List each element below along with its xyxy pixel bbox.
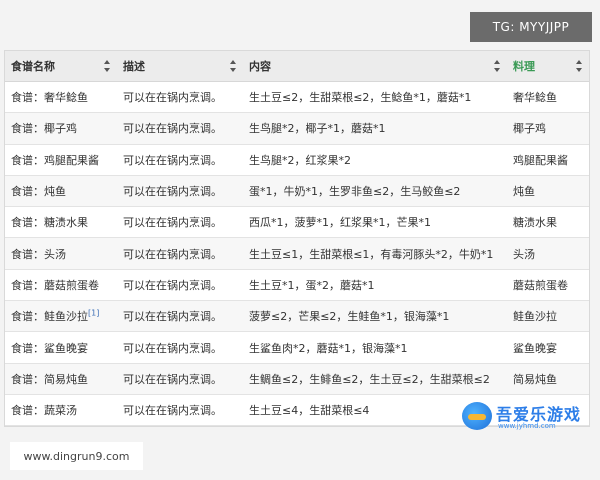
- table-cell: 可以在在锅内烹调。: [117, 206, 243, 239]
- table-cell: 食谱：鸡腿配果酱: [5, 144, 117, 176]
- table-cell: 食谱：蘑菇煎蛋卷: [5, 269, 117, 302]
- sort-icon[interactable]: [104, 60, 111, 72]
- table-cell: 食谱：简易炖鱼: [5, 363, 117, 395]
- table-row: 食谱：炖鱼 可以在在锅内烹调。 蛋*1，牛奶*1，生罗非鱼≤2，生马鲛鱼≤2 炖鱼: [5, 175, 589, 208]
- table-cell: 奢华鲶鱼: [507, 81, 589, 114]
- table-cell: 生土豆*1，蛋*2，蘑菇*1: [243, 269, 507, 302]
- table-cell: 可以在在锅内烹调。: [117, 269, 243, 302]
- table-cell: 生鸟腿*2，椰子*1，蘑菇*1: [243, 112, 507, 145]
- column-header-content[interactable]: 内容: [243, 51, 507, 82]
- table-cell: 食谱：鲑鱼沙拉[1]: [5, 300, 117, 333]
- table-cell: 食谱：炖鱼: [5, 175, 117, 208]
- sort-icon[interactable]: [576, 60, 583, 72]
- table-row: 食谱：糖渍水果 可以在在锅内烹调。 西瓜*1，菠萝*1，红浆果*1，芒果*1 糖渍水果: [5, 206, 589, 239]
- table-cell: 生鲷鱼≤2，生鲱鱼≤2，生土豆≤2，生甜菜根≤2: [243, 363, 507, 395]
- table-cell: 食谱：奢华鲶鱼: [5, 81, 117, 114]
- table-cell: 鸡腿配果酱: [507, 144, 589, 176]
- footer-url[interactable]: www.dingrun9.com: [10, 442, 143, 470]
- logo-icon: [462, 402, 492, 430]
- table-cell: 糖渍水果: [507, 206, 589, 239]
- table-cell: 食谱：鲨鱼晚宴: [5, 331, 117, 364]
- column-header-description[interactable]: 描述: [117, 51, 243, 82]
- table-row: 食谱：鸡腿配果酱 可以在在锅内烹调。 生鸟腿*2，红浆果*2 鸡腿配果酱: [5, 144, 589, 176]
- table-cell: 可以在在锅内烹调。: [117, 300, 243, 333]
- table-cell: 头汤: [507, 237, 589, 270]
- table-cell: 生土豆≤1，生甜菜根≤1，有毒河豚头*2，牛奶*1: [243, 237, 507, 270]
- table-cell: 椰子鸡: [507, 112, 589, 145]
- table-row: 食谱：鲑鱼沙拉[1] 可以在在锅内烹调。 菠萝≤2，芒果≤2，生鲑鱼*1，银海藻*1…: [5, 300, 589, 333]
- table-cell: 可以在在锅内烹调。: [117, 81, 243, 114]
- table-cell: 食谱：糖渍水果: [5, 206, 117, 239]
- table-cell: 蛋*1，牛奶*1，生罗非鱼≤2，生马鲛鱼≤2: [243, 175, 507, 208]
- column-header-dish[interactable]: 料理: [507, 51, 589, 82]
- watermark-url: www.jyhmd.com: [498, 422, 556, 430]
- column-header-recipe-name[interactable]: 食谱名称: [5, 51, 117, 82]
- table-header-row: 食谱名称 描述 内容 料理: [5, 51, 589, 82]
- table-cell: 简易炖鱼: [507, 363, 589, 395]
- tg-badge: TG: MYYJJPP: [470, 12, 592, 42]
- table-cell: 可以在在锅内烹调。: [117, 175, 243, 208]
- table-cell: 可以在在锅内烹调。: [117, 237, 243, 270]
- table-row: 食谱：蘑菇煎蛋卷 可以在在锅内烹调。 生土豆*1，蛋*2，蘑菇*1 蘑菇煎蛋卷: [5, 269, 589, 302]
- table-cell: 可以在在锅内烹调。: [117, 112, 243, 145]
- table-cell: 食谱：蔬菜汤: [5, 394, 117, 427]
- table-row: 食谱：头汤 可以在在锅内烹调。 生土豆≤1，生甜菜根≤1，有毒河豚头*2，牛奶*1 头…: [5, 237, 589, 270]
- table-cell: 可以在在锅内烹调。: [117, 331, 243, 364]
- table-cell: 生鲨鱼肉*2，蘑菇*1，银海藻*1: [243, 331, 507, 364]
- table-cell: 鲑鱼沙拉: [507, 300, 589, 333]
- table-cell: 鲨鱼晚宴: [507, 331, 589, 364]
- table-row: 食谱：简易炖鱼 可以在在锅内烹调。 生鲷鱼≤2，生鲱鱼≤2，生土豆≤2，生甜菜根≤2…: [5, 363, 589, 395]
- table-cell: 食谱：椰子鸡: [5, 112, 117, 145]
- reference-link[interactable]: [1]: [88, 309, 99, 318]
- table-cell: 西瓜*1，菠萝*1，红浆果*1，芒果*1: [243, 206, 507, 239]
- table-row: 食谱：椰子鸡 可以在在锅内烹调。 生鸟腿*2，椰子*1，蘑菇*1 椰子鸡: [5, 112, 589, 145]
- table-cell: 生鸟腿*2，红浆果*2: [243, 144, 507, 176]
- table-row: 食谱：奢华鲶鱼 可以在在锅内烹调。 生土豆≤2，生甜菜根≤2，生鲶鱼*1，蘑菇*1 奢…: [5, 81, 589, 114]
- table-cell: 可以在在锅内烹调。: [117, 394, 243, 427]
- table-cell: 可以在在锅内烹调。: [117, 363, 243, 395]
- recipe-table: 食谱名称 描述 内容 料理 食谱：奢华鲶鱼 可以在在锅内烹调。 生土豆≤2，生甜菜根…: [4, 50, 590, 428]
- table-cell: 生土豆≤2，生甜菜根≤2，生鲶鱼*1，蘑菇*1: [243, 81, 507, 114]
- sort-icon[interactable]: [230, 60, 237, 72]
- sort-icon[interactable]: [494, 60, 501, 72]
- table-cell: 炖鱼: [507, 175, 589, 208]
- table-cell: 菠萝≤2，芒果≤2，生鲑鱼*1，银海藻*1: [243, 300, 507, 333]
- site-watermark: 吾爱乐游戏 www.jyhmd.com: [462, 396, 582, 436]
- table-cell: 可以在在锅内烹调。: [117, 144, 243, 176]
- table-row: 食谱：鲨鱼晚宴 可以在在锅内烹调。 生鲨鱼肉*2，蘑菇*1，银海藻*1 鲨鱼晚宴: [5, 331, 589, 364]
- table-cell: 食谱：头汤: [5, 237, 117, 270]
- table-cell: 蘑菇煎蛋卷: [507, 269, 589, 302]
